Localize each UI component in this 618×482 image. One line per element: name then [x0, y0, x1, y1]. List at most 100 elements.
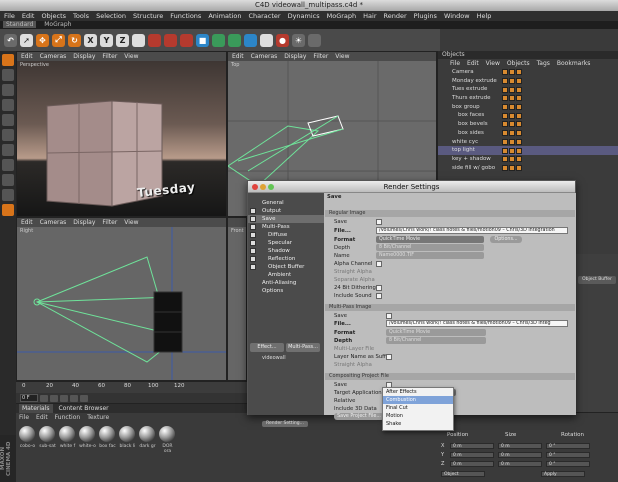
- tag-icon[interactable]: [502, 130, 508, 137]
- preset-name[interactable]: videowall: [262, 355, 286, 361]
- vp-menu-view[interactable]: View: [124, 218, 138, 227]
- tag-icon[interactable]: [509, 156, 515, 163]
- right-scene[interactable]: [17, 227, 226, 380]
- vp-menu-filter[interactable]: Filter: [102, 218, 117, 227]
- material-item[interactable]: black li: [119, 426, 136, 454]
- render-icon[interactable]: [148, 33, 161, 47]
- vp-menu-cameras[interactable]: Cameras: [40, 52, 67, 61]
- tag-icon[interactable]: [516, 69, 522, 76]
- tag-icon[interactable]: [516, 147, 522, 154]
- settings-checkbox[interactable]: [250, 264, 256, 270]
- tag-icon[interactable]: [516, 104, 522, 111]
- tag-icon[interactable]: [509, 138, 515, 145]
- scale-icon[interactable]: ⤢: [52, 33, 65, 47]
- regular-depth-dropdown[interactable]: 8 Bit/Channel: [376, 244, 484, 251]
- polygons-mode-icon[interactable]: [2, 144, 14, 156]
- tag-icon[interactable]: [516, 95, 522, 102]
- vp-menu-display[interactable]: Display: [73, 52, 95, 61]
- coordinate-mode-dropdown[interactable]: Object: [441, 471, 485, 477]
- right-viewport[interactable]: Edit Cameras Display Filter View Right: [16, 217, 227, 381]
- tag-icon[interactable]: [509, 69, 515, 76]
- object-mode-icon[interactable]: [2, 69, 14, 81]
- mp-depth-dropdown[interactable]: 8 Bit/Channel: [386, 337, 486, 344]
- settings-item-multi-pass[interactable]: Multi-Pass: [248, 223, 324, 231]
- dropdown-option-shake[interactable]: Shake: [383, 420, 453, 428]
- menu-item-animation[interactable]: Animation: [208, 11, 241, 21]
- material-item[interactable]: white f: [59, 426, 76, 454]
- y-axis-icon[interactable]: Y: [100, 33, 113, 47]
- vp-menu-edit[interactable]: Edit: [232, 52, 244, 61]
- front-scene[interactable]: [228, 227, 246, 380]
- layout-standard[interactable]: Standard: [3, 21, 37, 28]
- current-frame-field[interactable]: 0 F: [20, 394, 38, 402]
- object-row[interactable]: white cyc: [438, 138, 618, 147]
- vp-menu-cameras[interactable]: Cameras: [251, 52, 278, 61]
- tag-icon[interactable]: [509, 95, 515, 102]
- settings-checkbox[interactable]: [250, 248, 256, 254]
- menu-item-plugins[interactable]: Plugins: [414, 11, 437, 21]
- mp-format-dropdown[interactable]: QuickTime Movie: [386, 329, 486, 336]
- objects-menu-view[interactable]: View: [486, 59, 500, 68]
- settings-item-options[interactable]: Options: [248, 287, 324, 295]
- material-item[interactable]: sub-sat: [39, 426, 56, 454]
- close-icon[interactable]: [252, 184, 258, 190]
- tag-icon[interactable]: [509, 121, 515, 128]
- alpha-checkbox[interactable]: [376, 261, 382, 267]
- minimize-icon[interactable]: [260, 184, 266, 190]
- mat-menu-file[interactable]: File: [19, 413, 29, 422]
- material-item[interactable]: box fac: [99, 426, 116, 454]
- play-button[interactable]: [60, 394, 68, 402]
- settings-checkbox[interactable]: [250, 224, 256, 230]
- object-row[interactable]: Monday extrude: [438, 77, 618, 86]
- objects-menu-bookmarks[interactable]: Bookmarks: [557, 59, 591, 68]
- snap-icon[interactable]: [2, 204, 14, 216]
- mat-menu-function[interactable]: Function: [55, 413, 81, 422]
- position-field[interactable]: 0 m: [450, 452, 494, 458]
- dropdown-option-motion[interactable]: Motion: [383, 412, 453, 420]
- tab-materials[interactable]: Materials: [19, 404, 53, 413]
- size-field[interactable]: 0 m: [498, 461, 542, 467]
- rotate-icon[interactable]: ↻: [68, 33, 81, 47]
- tag-icon[interactable]: [502, 164, 508, 171]
- rotation-field[interactable]: 0 °: [546, 452, 590, 458]
- tag-icon[interactable]: [502, 86, 508, 93]
- paint-mode-icon[interactable]: [2, 189, 14, 201]
- tag-icon[interactable]: [509, 86, 515, 93]
- tag-icon[interactable]: [516, 138, 522, 145]
- dropdown-option-final-cut[interactable]: Final Cut: [383, 404, 453, 412]
- rotation-field[interactable]: 0 °: [546, 443, 590, 449]
- menu-item-edit[interactable]: Edit: [22, 11, 35, 21]
- tag-icon[interactable]: [509, 130, 515, 137]
- settings-checkbox[interactable]: [250, 208, 256, 214]
- edges-mode-icon[interactable]: [2, 129, 14, 141]
- settings-item-shadow[interactable]: Shadow: [248, 247, 324, 255]
- axis-mode-icon[interactable]: [2, 99, 14, 111]
- menu-item-functions[interactable]: Functions: [170, 11, 201, 21]
- object-row[interactable]: box bevels: [438, 120, 618, 129]
- go-end-button[interactable]: [80, 394, 88, 402]
- settings-item-reflection[interactable]: Reflection: [248, 255, 324, 263]
- render-view-icon[interactable]: [164, 33, 177, 47]
- save-project-button[interactable]: Save Project File...: [334, 413, 384, 420]
- object-row[interactable]: side fill w/ gobo: [438, 164, 618, 173]
- objects-menu-edit[interactable]: Edit: [467, 59, 479, 68]
- tag-icon[interactable]: [509, 104, 515, 111]
- mp-path-field[interactable]: /Volumes/Chris work/! class notes & file…: [386, 320, 568, 327]
- rotation-field[interactable]: 0 °: [546, 461, 590, 467]
- go-start-button[interactable]: [40, 394, 48, 402]
- vp-menu-display[interactable]: Display: [284, 52, 306, 61]
- move-icon[interactable]: ✥: [36, 33, 49, 47]
- settings-checkbox[interactable]: [250, 240, 256, 246]
- mat-menu-texture[interactable]: Texture: [87, 413, 109, 422]
- dropdown-option-after-effects[interactable]: After Effects: [383, 388, 453, 396]
- object-row[interactable]: Thurs extrude: [438, 94, 618, 103]
- vp-menu-filter[interactable]: Filter: [102, 52, 117, 61]
- object-buffer-button[interactable]: Object Buffer: [578, 276, 616, 284]
- object-row[interactable]: box group: [438, 103, 618, 112]
- apply-button[interactable]: Apply: [541, 471, 585, 477]
- tag-icon[interactable]: [502, 121, 508, 128]
- object-row[interactable]: box sides: [438, 129, 618, 138]
- model-mode-icon[interactable]: [2, 54, 14, 66]
- object-row[interactable]: box faces: [438, 111, 618, 120]
- settings-item-diffuse[interactable]: Diffuse: [248, 231, 324, 239]
